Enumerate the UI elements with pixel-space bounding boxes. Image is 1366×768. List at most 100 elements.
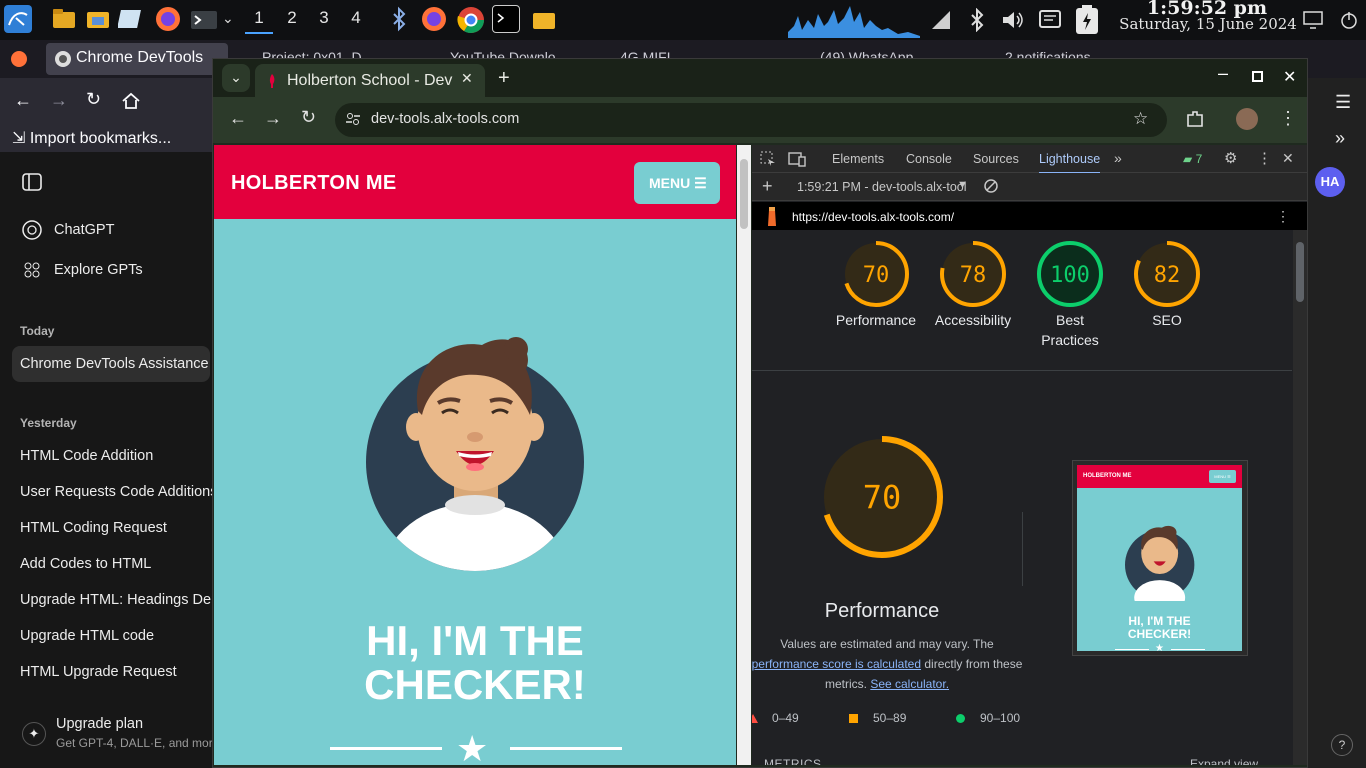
more-tabs-icon[interactable]: » [1114, 150, 1122, 166]
terminal-icon[interactable] [190, 5, 218, 33]
workspace-1[interactable]: 1 [245, 8, 273, 34]
gauge-seo[interactable]: 82 [1133, 240, 1201, 313]
tab-search-icon[interactable]: ⌄ [222, 64, 250, 92]
address-bar[interactable]: dev-tools.alx-tools.com ☆ [335, 103, 1167, 137]
background-active-tab[interactable]: Chrome DevTools [46, 43, 228, 75]
terminal-taskbar-icon[interactable] [492, 5, 520, 33]
gauge-best-practices[interactable]: 100 [1036, 240, 1104, 313]
chat-item-yesterday-5[interactable]: Upgrade HTML code [20, 628, 214, 644]
devtools-close-icon[interactable]: ✕ [1282, 150, 1294, 167]
see-calculator-link[interactable]: See calculator. [870, 677, 949, 691]
maximize-button[interactable] [1252, 71, 1263, 82]
page-scrollbar[interactable] [737, 145, 751, 765]
page-scroll-thumb[interactable] [740, 159, 748, 229]
devtools-scrollbar[interactable] [1293, 230, 1307, 765]
devtools-menu-icon[interactable]: ⋮ [1257, 149, 1272, 167]
sidebar-item-chatgpt[interactable]: ChatGPT [54, 222, 204, 238]
chat-item-yesterday-1[interactable]: User Requests Code Additions [20, 484, 214, 500]
extensions-icon[interactable] [1185, 109, 1205, 134]
bookmark-star-icon[interactable]: ☆ [1133, 109, 1148, 129]
volume-icon[interactable] [1000, 8, 1026, 37]
workspace-3[interactable]: 3 [310, 8, 338, 28]
inspect-element-icon[interactable] [760, 151, 776, 172]
chat-item-yesterday-6[interactable]: HTML Upgrade Request [20, 664, 214, 680]
profile-avatar[interactable] [1236, 108, 1258, 130]
expand-view-toggle[interactable]: Expand view [1190, 757, 1258, 765]
import-bookmarks-link[interactable]: Import bookmarks... [30, 130, 171, 147]
chat-item-yesterday-3[interactable]: Add Codes to HTML [20, 556, 214, 572]
chrome-active-tab[interactable]: Holberton School - Dev ✕ [255, 64, 485, 97]
file-manager-icon[interactable] [50, 5, 78, 33]
site-info-icon[interactable] [345, 111, 361, 131]
sidebar-toggle-icon[interactable] [22, 172, 42, 197]
power-icon[interactable] [1338, 9, 1360, 36]
lighthouse-menu-icon[interactable]: ⋮ [1276, 208, 1290, 225]
firefox-taskbar-icon[interactable] [420, 5, 448, 33]
chat-item-yesterday-0[interactable]: HTML Code Addition [20, 448, 214, 464]
issues-count: 7 [1195, 152, 1203, 166]
issues-counter[interactable]: ▰ 7 [1183, 152, 1202, 166]
gauge-label-best-practices[interactable]: Best Practices [1015, 310, 1125, 350]
firefox-view-icon[interactable] [10, 50, 28, 73]
devtools-scroll-thumb[interactable] [1296, 242, 1304, 302]
devtools-settings-icon[interactable]: ⚙ [1224, 149, 1237, 167]
tab-console[interactable]: Console [906, 152, 952, 166]
clock-date[interactable]: Saturday, 15 June 2024 [1118, 15, 1298, 33]
back-button[interactable]: ← [229, 108, 247, 129]
page-brand[interactable]: HOLBERTON ME [231, 172, 396, 195]
chat-item-yesterday-2[interactable]: HTML Coding Request [20, 520, 214, 536]
home-icon[interactable] [121, 91, 141, 116]
perf-score-link[interactable]: performance score is calculated [752, 657, 921, 671]
bluetooth-app-icon[interactable] [385, 5, 413, 33]
device-toolbar-icon[interactable] [788, 151, 806, 172]
help-button[interactable]: ? [1331, 734, 1353, 756]
workspace-4[interactable]: 4 [342, 8, 370, 28]
legend-fail-icon [752, 714, 758, 723]
gauge-label-seo[interactable]: SEO [1112, 310, 1222, 330]
hamburger-icon[interactable]: ☰ [1335, 92, 1351, 113]
tab-lighthouse[interactable]: Lighthouse [1039, 152, 1101, 174]
new-tab-button[interactable]: + [498, 67, 510, 90]
chat-item-today-0[interactable]: Chrome DevTools Assistance [20, 356, 214, 372]
reload-button[interactable]: ↻ [301, 107, 316, 128]
home-folder-icon[interactable] [84, 5, 112, 33]
final-screenshot-thumbnail[interactable]: HOLBERTON ME MENU ☰ HI, I'M THE CHECKER! [1072, 460, 1248, 656]
avatar[interactable]: HA [1315, 167, 1345, 197]
gauge-performance[interactable]: 70 [842, 240, 910, 313]
chevron-down-icon[interactable]: ⌄ [222, 10, 234, 27]
chat-item-yesterday-4[interactable]: Upgrade HTML: Headings Dem [20, 592, 214, 608]
gauge-label-performance[interactable]: Performance [821, 310, 931, 330]
forward-arrow-icon[interactable]: → [50, 90, 68, 111]
menu-button[interactable]: MENU ☰ [634, 162, 720, 204]
minimize-button[interactable]: – [1218, 63, 1228, 84]
bluetooth-icon[interactable] [968, 7, 986, 37]
upgrade-plan-link[interactable]: Upgrade plan [56, 716, 143, 732]
report-dropdown-icon[interactable]: ▼ [957, 179, 968, 191]
forward-button[interactable]: → [264, 108, 282, 129]
kali-menu-icon[interactable] [4, 5, 32, 33]
gauge-label-accessibility[interactable]: Accessibility [918, 310, 1028, 330]
battery-icon[interactable] [1072, 4, 1102, 41]
folder-taskbar-icon[interactable] [530, 5, 558, 33]
sidebar-item-explore-gpts[interactable]: Explore GPTs [54, 262, 204, 278]
reload-icon[interactable]: ↻ [86, 89, 101, 110]
thumbnail-brand: HOLBERTON ME [1083, 473, 1132, 479]
new-report-icon[interactable]: + [762, 176, 773, 197]
clear-reports-icon[interactable] [983, 178, 999, 197]
chrome-menu-icon[interactable]: ⋮ [1279, 108, 1297, 129]
firefox-icon[interactable] [154, 5, 182, 33]
notifications-icon[interactable] [1038, 8, 1062, 37]
gauge-accessibility[interactable]: 78 [939, 240, 1007, 313]
display-icon[interactable] [1302, 10, 1324, 35]
report-selector[interactable]: 1:59:21 PM - dev-tools.alx-tool [797, 180, 967, 194]
wifi-icon[interactable] [930, 9, 952, 36]
chrome-taskbar-icon[interactable] [456, 5, 485, 34]
workspace-2[interactable]: 2 [278, 8, 306, 28]
back-arrow-icon[interactable]: ← [14, 90, 32, 111]
tab-elements[interactable]: Elements [832, 152, 884, 166]
double-chevron-icon[interactable]: » [1335, 128, 1345, 149]
text-editor-icon[interactable] [117, 5, 146, 33]
tab-sources[interactable]: Sources [973, 152, 1019, 166]
close-window-button[interactable]: ✕ [1283, 67, 1296, 87]
close-tab-icon[interactable]: ✕ [461, 70, 473, 87]
